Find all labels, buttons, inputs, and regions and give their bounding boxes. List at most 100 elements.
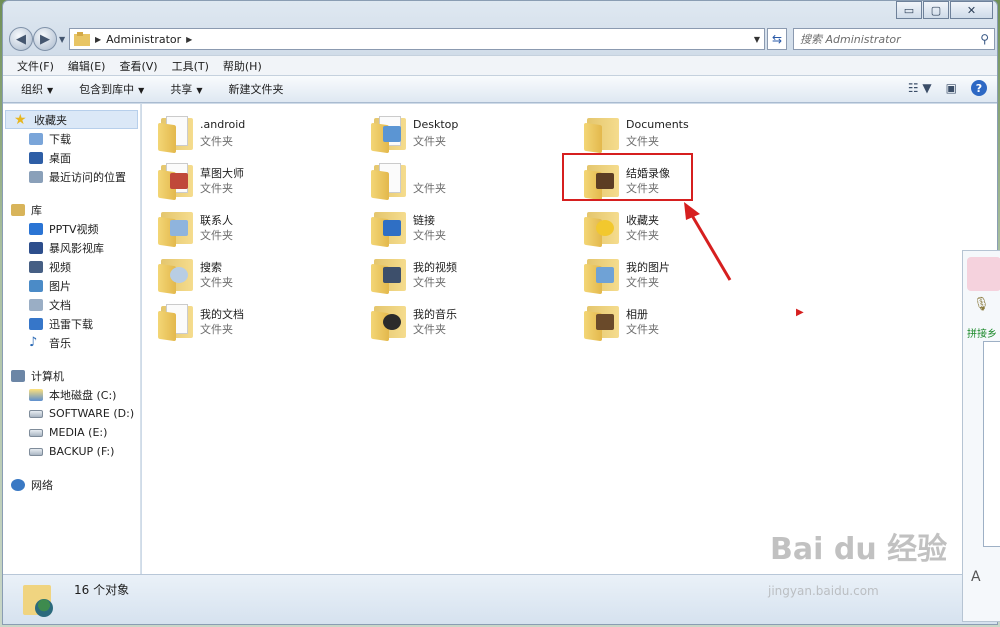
thunder-download-icon xyxy=(29,317,43,330)
folder-type: 文件夹 xyxy=(200,323,233,336)
folder-item[interactable]: 文件夹 xyxy=(371,159,571,203)
network-group: 网络 xyxy=(3,475,140,494)
folder-name: Documents xyxy=(626,118,689,131)
navigation-pane: ★ 收藏夹 下载 桌面 最近访问的位置 库 PPTV视频 暴风影视库 视频 图片 … xyxy=(3,104,141,576)
address-dropdown-icon[interactable]: ▼ xyxy=(754,35,760,44)
folder-icon xyxy=(158,114,196,154)
favorites-group: ★ 收藏夹 下载 桌面 最近访问的位置 xyxy=(3,110,140,186)
folder-item[interactable]: 草图大师 文件夹 xyxy=(158,159,358,203)
sidebar-item-drive-e[interactable]: MEDIA (E:) xyxy=(3,423,140,442)
change-view-icon[interactable]: ☷ ▼ xyxy=(908,81,932,95)
folder-type: 文件夹 xyxy=(413,229,446,242)
folder-item[interactable]: 联系人 文件夹 xyxy=(158,206,358,250)
file-list: .android 文件夹 Desktop 文件夹 Documents 文件夹 草… xyxy=(142,104,997,576)
close-button[interactable]: ✕ xyxy=(950,1,993,19)
library-icon xyxy=(11,203,25,216)
sidebar-item-network[interactable]: 网络 xyxy=(3,475,140,494)
minimize-button[interactable]: ▭ xyxy=(896,1,922,19)
search-icon[interactable]: ⚲ xyxy=(980,32,989,46)
folder-icon xyxy=(74,32,90,46)
folder-item[interactable]: 我的图片 文件夹 xyxy=(584,253,784,297)
sidebar-item-label: MEDIA (E:) xyxy=(49,426,108,439)
preview-pane-icon[interactable]: ▣ xyxy=(946,81,957,95)
sidebar-item-music[interactable]: ♪ 音乐 xyxy=(3,333,140,352)
folder-type: 文件夹 xyxy=(413,323,446,336)
chevron-down-icon: ▼ xyxy=(47,86,54,95)
music-icon: ♪ xyxy=(29,334,38,350)
menu-edit[interactable]: 编辑(E) xyxy=(68,58,106,74)
folder-type: 文件夹 xyxy=(200,276,233,289)
sidebar-item-thunder[interactable]: 迅雷下载 xyxy=(3,314,140,333)
forward-button[interactable]: ▶ xyxy=(33,27,57,51)
sidebar-item-drive-c[interactable]: 本地磁盘 (C:) xyxy=(3,385,140,404)
organize-button[interactable]: 组织 ▼ xyxy=(21,81,53,97)
folder-item[interactable]: .android 文件夹 xyxy=(158,112,358,156)
avatar[interactable] xyxy=(967,257,1000,291)
folder-name: 我的视频 xyxy=(413,261,457,274)
new-folder-button[interactable]: 新建文件夹 xyxy=(228,81,283,97)
watermark-url: jingyan.baidu.com xyxy=(768,584,879,598)
folder-item[interactable]: Documents 文件夹 xyxy=(584,112,784,156)
menu-tools[interactable]: 工具(T) xyxy=(172,58,209,74)
sidebar-item-label: 本地磁盘 (C:) xyxy=(49,388,117,402)
maximize-button[interactable]: ▢ xyxy=(923,1,949,19)
history-dropdown-icon[interactable]: ▼ xyxy=(59,35,65,44)
sidebar-item-favorites[interactable]: ★ 收藏夹 xyxy=(5,110,138,129)
folder-item[interactable]: 搜索 文件夹 xyxy=(158,253,358,297)
sidebar-item-pictures[interactable]: 图片 xyxy=(3,276,140,295)
sidebar-item-desktop[interactable]: 桌面 xyxy=(3,148,140,167)
search-input[interactable]: 搜索 Administrator ⚲ xyxy=(793,28,995,50)
sidebar-item-label: 图片 xyxy=(49,279,71,293)
picture-icon xyxy=(29,279,43,292)
folder-icon xyxy=(584,114,622,154)
folder-item[interactable]: 相册 文件夹 xyxy=(584,300,784,344)
chevron-down-icon: ▼ xyxy=(196,86,203,95)
sidebar-item-storm[interactable]: 暴风影视库 xyxy=(3,238,140,257)
sidebar-item-pptv[interactable]: PPTV视频 xyxy=(3,219,140,238)
pptv-icon xyxy=(29,222,43,235)
address-bar[interactable]: ▶ Administrator ▶ ▼ xyxy=(69,28,765,50)
sidebar-item-drive-f[interactable]: BACKUP (F:) xyxy=(3,442,140,461)
folder-item[interactable]: 我的视频 文件夹 xyxy=(371,253,571,297)
sidebar-item-documents[interactable]: 文档 xyxy=(3,295,140,314)
folder-type: 文件夹 xyxy=(413,276,446,289)
menu-help[interactable]: 帮助(H) xyxy=(223,58,262,74)
include-in-library-button[interactable]: 包含到库中 ▼ xyxy=(79,81,144,97)
sidebar-item-recent[interactable]: 最近访问的位置 xyxy=(3,167,140,186)
folder-name: 相册 xyxy=(626,308,648,321)
menu-file[interactable]: 文件(F) xyxy=(17,58,54,74)
back-button[interactable]: ◀ xyxy=(9,27,33,51)
chat-pane[interactable] xyxy=(983,341,1000,547)
breadcrumb-arrow-icon[interactable]: ▶ xyxy=(186,35,192,44)
folder-item[interactable]: 我的音乐 文件夹 xyxy=(371,300,571,344)
pictures-folder-icon xyxy=(584,255,622,295)
breadcrumb-arrow-icon[interactable]: ▶ xyxy=(95,35,101,44)
folder-item[interactable]: 收藏夹 文件夹 xyxy=(584,206,784,250)
sidebar-item-computer[interactable]: 计算机 xyxy=(3,366,140,385)
side-panel-label: 拼接乡 xyxy=(967,329,997,340)
sidebar-item-downloads[interactable]: 下载 xyxy=(3,129,140,148)
refresh-button[interactable]: ⇆ xyxy=(767,28,787,50)
breadcrumb-administrator[interactable]: Administrator xyxy=(106,33,181,46)
share-button[interactable]: 共享 ▼ xyxy=(170,81,202,97)
folder-name: 我的音乐 xyxy=(413,308,457,321)
folder-item[interactable]: Desktop 文件夹 xyxy=(371,112,571,156)
sidebar-item-videos[interactable]: 视频 xyxy=(3,257,140,276)
baidu-watermark: Bai du 经验 xyxy=(770,532,948,567)
sidebar-item-label: 库 xyxy=(31,203,42,217)
storm-video-icon xyxy=(29,241,43,254)
share-label: 共享 xyxy=(170,83,193,96)
folder-item[interactable]: 链接 文件夹 xyxy=(371,206,571,250)
highlight-box xyxy=(562,153,693,201)
sidebar-item-label: 文档 xyxy=(49,298,71,312)
help-icon[interactable]: ? xyxy=(971,80,987,96)
folder-type: 文件夹 xyxy=(200,229,233,242)
menu-view[interactable]: 查看(V) xyxy=(119,58,157,74)
sidebar-item-drive-d[interactable]: SOFTWARE (D:) xyxy=(3,404,140,423)
folder-item[interactable]: 我的文档 文件夹 xyxy=(158,300,358,344)
microphone-icon[interactable]: 🎙 xyxy=(973,297,990,312)
font-icon[interactable]: A xyxy=(971,569,981,585)
recent-places-icon xyxy=(29,170,43,183)
caption-buttons: ▭ ▢ ✕ xyxy=(896,1,993,19)
sidebar-item-libraries[interactable]: 库 xyxy=(3,200,140,219)
